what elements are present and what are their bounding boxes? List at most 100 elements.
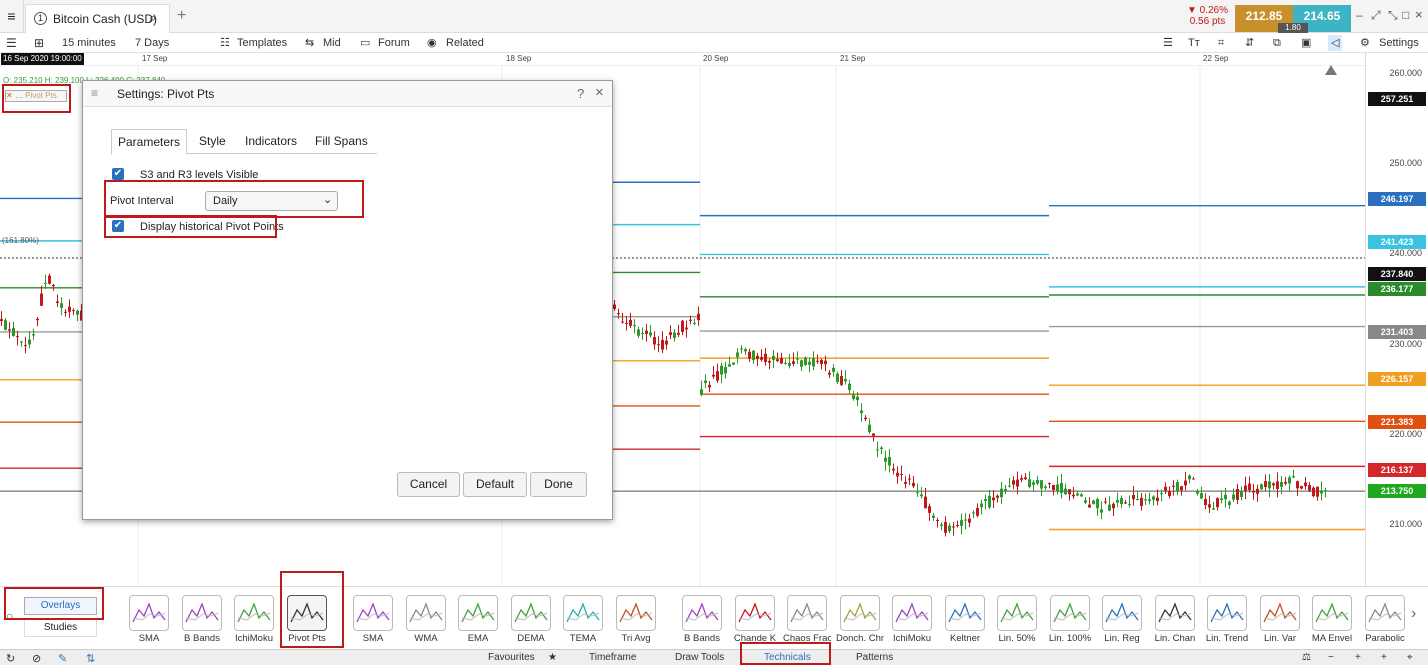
candle bbox=[900, 473, 903, 475]
study-item[interactable]: Lin. Var bbox=[1256, 595, 1304, 644]
candle bbox=[1240, 491, 1243, 497]
change-percent: ▼ 0.26% bbox=[1186, 5, 1229, 16]
study-item[interactable]: SMA bbox=[349, 595, 397, 644]
historical-checkbox[interactable]: ✔ bbox=[112, 220, 124, 232]
study-item[interactable]: WMA bbox=[402, 595, 450, 644]
minimize-icon[interactable]: – bbox=[1356, 8, 1363, 22]
timeframe-selector[interactable]: 15 minutes bbox=[62, 35, 116, 51]
overlays-tab[interactable]: Overlays bbox=[24, 597, 97, 615]
study-item[interactable]: EMA bbox=[454, 595, 502, 644]
price-axis[interactable]: 260.000 250.000 240.000 230.000 220.000 210.0… bbox=[1325, 53, 1428, 586]
list-view-icon[interactable]: ☰ bbox=[1163, 35, 1173, 51]
settings-button[interactable]: Settings bbox=[1379, 35, 1419, 51]
close-icon[interactable]: × bbox=[595, 84, 604, 101]
study-item[interactable]: Donch. Chnl bbox=[836, 595, 884, 644]
indicator-legend[interactable]: ✕ … Pivot Pts bbox=[5, 90, 67, 102]
tab-indicators[interactable]: Indicators bbox=[245, 134, 297, 148]
list-icon[interactable]: ☰ bbox=[6, 35, 17, 51]
maximize-icon[interactable]: □ bbox=[1402, 8, 1409, 22]
patterns-tab[interactable]: Patterns bbox=[856, 652, 893, 663]
cancel-icon[interactable]: ⊘ bbox=[32, 652, 41, 665]
related-button[interactable]: Related bbox=[446, 35, 484, 51]
copy-icon[interactable]: ⧉ bbox=[1273, 35, 1281, 51]
drag-handle-icon[interactable]: ≡ bbox=[91, 86, 98, 100]
study-item[interactable]: Pivot Pts bbox=[283, 595, 331, 644]
search-icon[interactable]: ○ bbox=[6, 609, 13, 623]
study-item[interactable]: Keltner bbox=[941, 595, 989, 644]
tag-icon[interactable]: ◁ bbox=[1328, 35, 1343, 51]
draw-tools-tab[interactable]: Draw Tools bbox=[675, 652, 724, 663]
tab-parameters[interactable]: Parameters bbox=[111, 129, 187, 155]
s3r3-checkbox[interactable]: ✔ bbox=[112, 168, 124, 180]
study-item[interactable]: Lin. Chan bbox=[1151, 595, 1199, 644]
zoom-in-icon[interactable]: + bbox=[1355, 652, 1361, 663]
swap-icon[interactable]: ⇅ bbox=[86, 652, 95, 665]
study-item[interactable]: SMA bbox=[125, 595, 173, 644]
study-item[interactable]: B Bands bbox=[178, 595, 226, 644]
study-item[interactable]: IchiMoku bbox=[888, 595, 936, 644]
scroll-marker-icon[interactable] bbox=[1325, 65, 1337, 75]
snapshot-icon[interactable]: ▣ bbox=[1301, 35, 1311, 51]
templates-button[interactable]: Templates bbox=[237, 35, 287, 51]
study-item[interactable]: TEMA bbox=[559, 595, 607, 644]
study-item[interactable]: DEMA bbox=[507, 595, 555, 644]
change-points: 0.56 pts bbox=[1189, 16, 1226, 27]
expand-view-icon[interactable]: + bbox=[1381, 652, 1387, 663]
tab-fill-spans[interactable]: Fill Spans bbox=[315, 134, 368, 148]
tab-style[interactable]: Style bbox=[199, 134, 226, 148]
help-icon[interactable]: ? bbox=[577, 86, 584, 101]
star-icon[interactable]: ★ bbox=[548, 652, 557, 663]
price-type-button[interactable]: Mid bbox=[323, 35, 341, 51]
restore-icon[interactable]: ⤡ bbox=[1388, 8, 1398, 23]
zoom-out-icon[interactable]: − bbox=[1328, 652, 1334, 663]
gear-icon[interactable]: ⚙ bbox=[1360, 35, 1370, 51]
study-item[interactable]: MA Envel bbox=[1308, 595, 1356, 644]
crosshair-icon[interactable]: ⌗ bbox=[1218, 35, 1224, 51]
candle bbox=[792, 361, 795, 364]
chevron-right-icon[interactable]: › bbox=[1411, 605, 1416, 623]
study-item[interactable]: Tri Avg bbox=[612, 595, 660, 644]
related-icon[interactable]: ◉ bbox=[427, 35, 437, 51]
study-item[interactable]: Lin. 100% bbox=[1046, 595, 1094, 644]
technicals-tab[interactable]: Technicals bbox=[764, 652, 811, 663]
remove-icon[interactable]: ✕ bbox=[6, 91, 13, 100]
study-item[interactable]: Lin. Trend bbox=[1203, 595, 1251, 644]
templates-icon[interactable]: ☷ bbox=[220, 35, 230, 51]
pivot-interval-select[interactable]: Daily ⌄ bbox=[205, 191, 338, 211]
study-item[interactable]: IchiMoku bbox=[230, 595, 278, 644]
close-icon[interactable]: × bbox=[1415, 7, 1423, 22]
crosshair-toggle-icon[interactable]: ⌖ bbox=[1407, 652, 1413, 663]
cancel-button[interactable]: Cancel bbox=[397, 472, 460, 497]
study-item[interactable]: Lin. 50% bbox=[993, 595, 1041, 644]
add-tab-icon[interactable]: + bbox=[177, 7, 186, 25]
study-item[interactable]: Lin. Reg bbox=[1098, 595, 1146, 644]
default-button[interactable]: Default bbox=[463, 472, 527, 497]
expand-icon[interactable]: ⤢ bbox=[1371, 8, 1381, 23]
range-selector[interactable]: 7 Days bbox=[135, 35, 169, 51]
refresh-icon[interactable]: ↻ bbox=[6, 652, 15, 665]
font-size-icon[interactable]: Tт bbox=[1188, 35, 1200, 51]
adjust-icon[interactable]: ⚖ bbox=[1302, 652, 1311, 663]
price-type-icon[interactable]: ⇆ bbox=[305, 35, 314, 51]
study-item[interactable]: B Bands bbox=[678, 595, 726, 644]
compare-icon[interactable]: ⇵ bbox=[1245, 35, 1254, 51]
collapse-icon[interactable]: … bbox=[15, 91, 23, 100]
done-button[interactable]: Done bbox=[530, 472, 587, 497]
studies-tab[interactable]: Studies bbox=[24, 619, 97, 637]
hamburger-icon[interactable]: ≡ bbox=[0, 0, 24, 33]
candle bbox=[1064, 488, 1067, 495]
forum-button[interactable]: Forum bbox=[378, 35, 410, 51]
layout-icon[interactable]: ⊞ bbox=[34, 35, 44, 51]
instrument-tab[interactable]: 1 Bitcoin Cash (USD) ⌕ bbox=[25, 4, 170, 33]
candle bbox=[72, 310, 75, 312]
favourites-tab[interactable]: Favourites bbox=[488, 652, 535, 663]
pencil-icon[interactable]: ✎ bbox=[58, 652, 67, 665]
forum-icon[interactable]: ▭ bbox=[360, 35, 370, 51]
candle bbox=[60, 303, 63, 308]
study-item[interactable]: Chaos Frac bbox=[783, 595, 831, 644]
timeframe-tab[interactable]: Timeframe bbox=[589, 652, 636, 663]
study-item[interactable]: Parabolic bbox=[1361, 595, 1409, 644]
study-item[interactable]: Chande K bbox=[731, 595, 779, 644]
candle bbox=[1212, 508, 1215, 510]
search-icon[interactable]: ⌕ bbox=[149, 10, 156, 26]
